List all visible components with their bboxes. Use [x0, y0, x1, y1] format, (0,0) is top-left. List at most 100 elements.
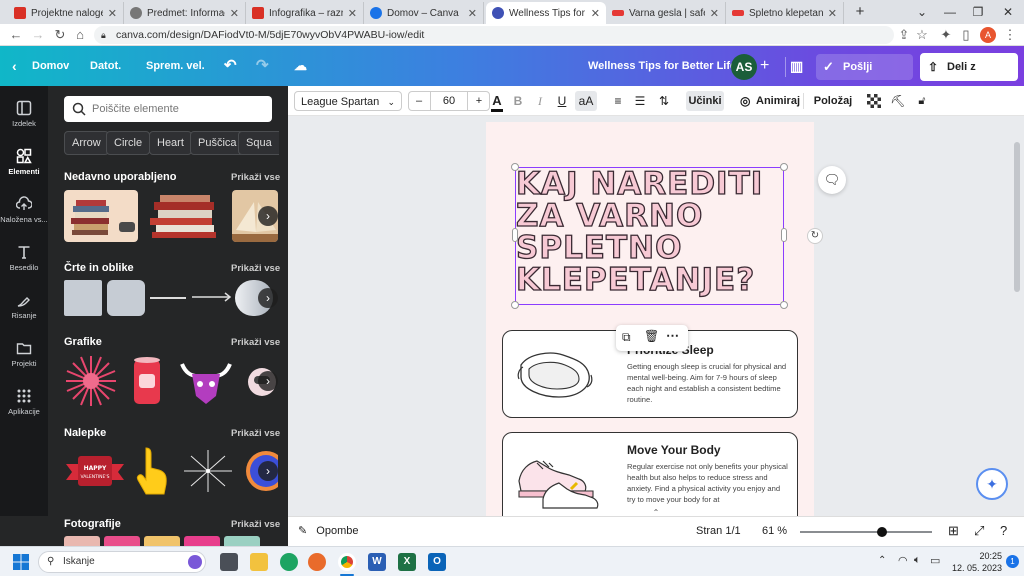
- rounded-square-shape[interactable]: [107, 280, 145, 316]
- increase-size-button[interactable]: +: [469, 91, 489, 111]
- file-menu-button[interactable]: Datot.: [90, 46, 121, 86]
- new-tab-button[interactable]: +: [846, 2, 874, 22]
- card-body[interactable]: Getting enough sleep is crucial for phys…: [627, 361, 789, 405]
- fullscreen-icon[interactable]: ⤢: [974, 523, 984, 539]
- photo-thumbnail[interactable]: [224, 536, 260, 546]
- photo-thumbnail[interactable]: [184, 536, 220, 546]
- delete-icon[interactable]: 🗑︎: [644, 329, 659, 343]
- insights-chart-icon[interactable]: ▥: [790, 46, 803, 86]
- widget-icon[interactable]: [188, 555, 202, 569]
- undo-icon[interactable]: ↶: [224, 46, 237, 86]
- rail-item-elements[interactable]: Elementi: [0, 140, 48, 188]
- browser-tab[interactable]: Projektne naloge – ra ✕: [8, 2, 124, 24]
- browser-tab[interactable]: Infografika – razredni ✕: [246, 2, 364, 24]
- next-arrow-icon[interactable]: ›: [258, 371, 278, 391]
- rail-item-projects[interactable]: Projekti: [0, 332, 48, 380]
- next-arrow-icon[interactable]: ›: [258, 461, 278, 481]
- chip-heart[interactable]: Heart: [149, 131, 192, 155]
- spacing-icon[interactable]: ⇅: [656, 91, 672, 111]
- file-explorer-icon[interactable]: [250, 553, 268, 571]
- font-family-select[interactable]: League Spartan ⌄: [294, 91, 402, 111]
- profile-avatar[interactable]: A: [980, 27, 996, 43]
- bold-icon[interactable]: B: [511, 91, 525, 111]
- close-tab-icon[interactable]: ✕: [348, 7, 357, 20]
- rail-item-text[interactable]: Besedilo: [0, 236, 48, 284]
- windows-start-icon[interactable]: [12, 553, 30, 571]
- back-icon[interactable]: ←: [8, 27, 24, 43]
- rail-item-apps[interactable]: Aplikacije: [0, 380, 48, 428]
- tray-chevron-icon[interactable]: ⌃: [878, 555, 886, 566]
- chip-arrow[interactable]: Arrow: [64, 131, 109, 155]
- close-tab-icon[interactable]: ✕: [230, 7, 239, 20]
- tab-search-icon[interactable]: ⌄: [908, 2, 936, 22]
- line-shape[interactable]: [150, 297, 186, 299]
- collaborator-avatar[interactable]: AS: [731, 54, 757, 80]
- excel-icon[interactable]: X: [398, 553, 416, 571]
- cola-can-graphic[interactable]: [130, 354, 164, 408]
- tip-card-move[interactable]: Move Your Body Regular exercise not only…: [502, 432, 798, 516]
- notes-button[interactable]: ✎ Opombe: [298, 524, 358, 537]
- add-comment-icon[interactable]: 🗨︎: [818, 166, 846, 194]
- browser-tab[interactable]: Domov – Canva ✕: [364, 2, 484, 24]
- next-arrow-icon[interactable]: ›: [258, 288, 278, 308]
- font-size-input[interactable]: 60: [430, 91, 468, 111]
- align-left-icon[interactable]: ≡: [610, 91, 626, 111]
- word-icon[interactable]: W: [368, 553, 386, 571]
- lock-element-icon[interactable]: 🔓︎: [914, 91, 930, 111]
- chrome-icon[interactable]: [338, 553, 356, 571]
- document-title[interactable]: Wellness Tips for Better Life: [588, 46, 736, 86]
- forward-icon[interactable]: →: [30, 27, 46, 43]
- resize-handle[interactable]: [780, 301, 788, 309]
- purple-bull-graphic[interactable]: [178, 354, 234, 408]
- resize-handle[interactable]: [511, 301, 519, 309]
- url-field[interactable]: 🔒︎ canva.com/design/DAFiodVt0-M/5djE70wy…: [94, 26, 894, 44]
- grid-view-icon[interactable]: ⊞: [948, 523, 959, 539]
- zoom-slider-track[interactable]: [800, 527, 932, 537]
- home-button[interactable]: Domov: [32, 46, 69, 86]
- pink-starburst-graphic[interactable]: [64, 354, 118, 408]
- vertical-scrollbar[interactable]: [1014, 142, 1020, 292]
- effects-button[interactable]: Učinki: [686, 91, 724, 111]
- extensions-icon[interactable]: ✦: [938, 27, 954, 43]
- volume-icon[interactable]: 🔈︎: [914, 554, 921, 567]
- close-tab-icon[interactable]: ✕: [710, 7, 719, 20]
- battery-icon[interactable]: ▭: [930, 554, 940, 567]
- rail-item-draw[interactable]: Risanje: [0, 284, 48, 332]
- resize-button[interactable]: Sprem. vel.: [146, 46, 205, 86]
- outlook-icon[interactable]: O: [428, 553, 446, 571]
- recent-books-stack-image[interactable]: [144, 190, 224, 242]
- close-tab-icon[interactable]: ✕: [591, 7, 600, 20]
- reload-icon[interactable]: ↻: [52, 27, 68, 43]
- text-color-icon[interactable]: A: [488, 91, 506, 112]
- taskbar-search[interactable]: ⚲ Iskanje: [38, 551, 206, 573]
- resize-handle[interactable]: [781, 228, 787, 242]
- transparency-icon[interactable]: [866, 91, 882, 111]
- duplicate-icon[interactable]: ⧉: [622, 330, 631, 345]
- photo-thumbnail[interactable]: [144, 536, 180, 546]
- see-all-stickers-link[interactable]: Prikaži vse: [231, 428, 280, 439]
- task-view-icon[interactable]: [220, 553, 238, 571]
- see-all-photos-link[interactable]: Prikaži vse: [231, 519, 280, 530]
- notification-badge[interactable]: 1: [1006, 555, 1019, 568]
- square-shape[interactable]: [64, 280, 102, 316]
- search-input[interactable]: Poiščite elemente: [64, 96, 272, 122]
- share-button[interactable]: ⇧ Deli z drugimi: [920, 53, 1018, 101]
- valentines-day-sticker[interactable]: HAPPY VALENTINE'S: [64, 446, 126, 496]
- more-options-icon[interactable]: ⋯: [666, 328, 679, 344]
- chip-arrow-si[interactable]: Puščica: [190, 131, 245, 155]
- bookmark-star-icon[interactable]: ☆: [914, 27, 930, 43]
- browser-tab[interactable]: Predmet: Informacijsk ✕: [124, 2, 246, 24]
- expand-pages-icon[interactable]: ⌃: [650, 508, 662, 516]
- share-page-icon[interactable]: ⇪: [896, 27, 912, 43]
- letter-case-button[interactable]: aA: [575, 91, 597, 111]
- zoom-slider-thumb[interactable]: [876, 527, 887, 537]
- resize-handle[interactable]: [511, 163, 519, 171]
- home-icon[interactable]: ⌂: [72, 27, 88, 43]
- browser-tab-active[interactable]: Wellness Tips for Bett ✕: [486, 2, 606, 24]
- underline-icon[interactable]: U: [555, 91, 569, 111]
- position-button[interactable]: Položaj: [813, 91, 853, 111]
- card-body[interactable]: Regular exercise not only benefits your …: [627, 461, 789, 505]
- rail-item-design[interactable]: Izdelek: [0, 92, 48, 140]
- clock[interactable]: 20:25 12. 05. 2023: [948, 550, 1002, 574]
- italic-icon[interactable]: I: [533, 91, 547, 111]
